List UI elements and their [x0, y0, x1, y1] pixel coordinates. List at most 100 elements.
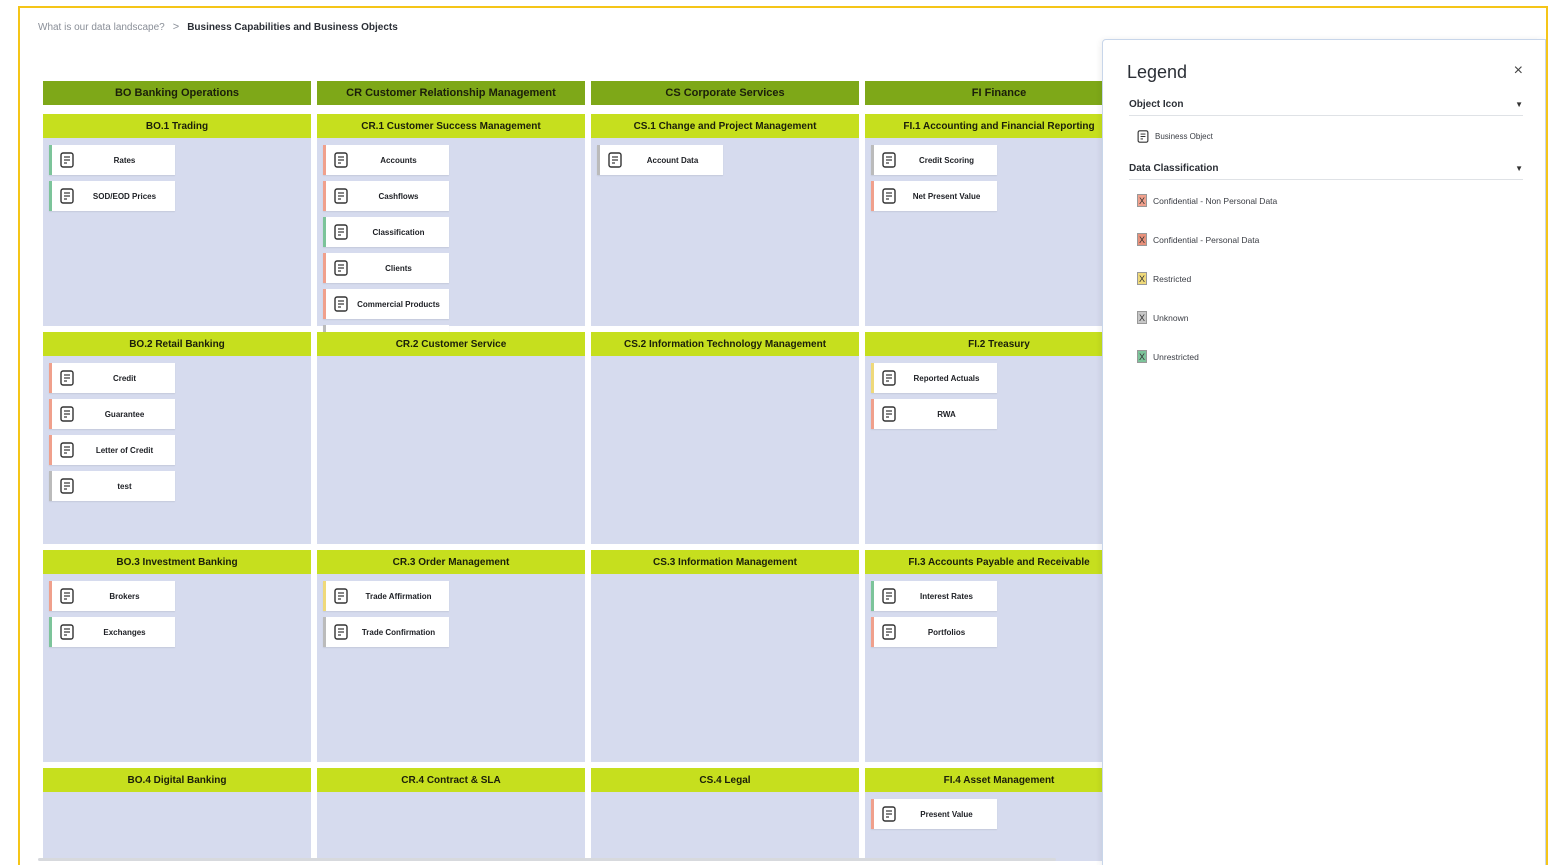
business-object-label: Present Value: [920, 809, 973, 819]
capability-card: FI.4 Asset Management Present Value: [865, 768, 1125, 861]
document-icon: [882, 406, 896, 422]
business-object-card[interactable]: SOD/EOD Prices: [49, 181, 175, 211]
legend-classification-item[interactable]: X Restricted: [1137, 272, 1191, 285]
capability-header[interactable]: CS.1 Change and Project Management: [591, 114, 859, 138]
business-object-card[interactable]: Accounts: [323, 145, 449, 175]
business-object-label: Credit Scoring: [918, 155, 975, 165]
capability-header[interactable]: CS.3 Information Management: [591, 550, 859, 574]
capability-card: CR.2 Customer Service: [317, 332, 585, 544]
capability-body: [591, 356, 859, 370]
capability-body: Trade Affirmation Trade Confirmation: [317, 574, 585, 654]
business-object-card[interactable]: test: [49, 471, 175, 501]
document-icon: [608, 152, 622, 168]
classification-swatch: X: [1137, 272, 1147, 285]
horizontal-scrollbar[interactable]: [38, 858, 1056, 861]
classification-label: Restricted: [1153, 273, 1192, 284]
business-object-label: RWA: [937, 409, 956, 419]
business-object-card[interactable]: Guarantee: [49, 399, 175, 429]
column-header[interactable]: BO Banking Operations: [43, 81, 311, 105]
business-object-label: Interest Rates: [920, 591, 973, 601]
legend-classification-item[interactable]: X Confidential - Personal Data: [1137, 233, 1259, 246]
business-object-label: Commercial Products: [357, 299, 440, 309]
business-object-card[interactable]: Trade Affirmation: [323, 581, 449, 611]
business-object-card[interactable]: Interest Rates: [871, 581, 997, 611]
capability-card: FI.3 Accounts Payable and Receivable Inte…: [865, 550, 1125, 762]
capability-body: Credit Guarantee Letter of Credit test: [43, 356, 311, 508]
capability-header[interactable]: FI.3 Accounts Payable and Receivable: [865, 550, 1125, 574]
capability-header[interactable]: BO.4 Digital Banking: [43, 768, 311, 792]
business-object-card[interactable]: Commercial Products: [323, 289, 449, 319]
chevron-down-icon: ▼: [1515, 100, 1523, 109]
document-icon: [334, 260, 348, 276]
legend-classification-item[interactable]: X Confidential - Non Personal Data: [1137, 194, 1277, 207]
capability-card: CS.3 Information Management: [591, 550, 859, 762]
business-object-card[interactable]: Portfolios: [871, 617, 997, 647]
breadcrumb-parent-link[interactable]: What is our data landscape?: [38, 22, 165, 33]
business-object-card[interactable]: RWA: [871, 399, 997, 429]
business-object-card[interactable]: Exchanges: [49, 617, 175, 647]
close-icon[interactable]: ×: [1514, 62, 1523, 80]
legend-title: Legend: [1127, 62, 1188, 82]
capability-body: Account Data: [591, 138, 859, 182]
column: CS Corporate Services CS.1 Change and Pro…: [591, 81, 859, 861]
capability-card: CR.1 Customer Success Management Accounts…: [317, 114, 585, 499]
classification-label: Unrestricted: [1153, 351, 1199, 362]
capability-header[interactable]: FI.4 Asset Management: [865, 768, 1125, 792]
breadcrumb: What is our data landscape? > Business C…: [38, 21, 398, 33]
breadcrumb-current: Business Capabilities and Business Objec…: [187, 21, 398, 33]
business-object-card[interactable]: Credit: [49, 363, 175, 393]
business-object-label: Clients: [385, 263, 412, 273]
business-object-card[interactable]: Cashflows: [323, 181, 449, 211]
capability-header[interactable]: CR.1 Customer Success Management: [317, 114, 585, 138]
column-header[interactable]: CR Customer Relationship Management: [317, 81, 585, 105]
document-icon: [334, 152, 348, 168]
business-object-label: SOD/EOD Prices: [92, 191, 157, 201]
business-object-card[interactable]: Account Data: [597, 145, 723, 175]
capability-card: BO.2 Retail Banking Credit Guarantee Letter…: [43, 332, 311, 544]
business-object-card[interactable]: Letter of Credit: [49, 435, 175, 465]
column-header[interactable]: FI Finance: [865, 81, 1125, 105]
legend-classification-item[interactable]: X Unrestricted: [1137, 350, 1199, 363]
capability-header[interactable]: CR.3 Order Management: [317, 550, 585, 574]
business-object-card[interactable]: Trade Confirmation: [323, 617, 449, 647]
capability-header[interactable]: BO.1 Trading: [43, 114, 311, 138]
business-object-card[interactable]: Rates: [49, 145, 175, 175]
object-icon-section-toggle[interactable]: Object Icon ▼: [1129, 94, 1523, 116]
document-icon: [882, 624, 896, 640]
capability-header[interactable]: CS.4 Legal: [591, 768, 859, 792]
classification-label: Confidential - Non Personal Data: [1153, 195, 1278, 206]
breadcrumb-separator: >: [172, 21, 180, 33]
business-object-label: test: [117, 481, 132, 491]
business-object-label: Guarantee: [104, 409, 145, 419]
column-header[interactable]: CS Corporate Services: [591, 81, 859, 105]
capability-header[interactable]: CR.4 Contract & SLA: [317, 768, 585, 792]
legend-classification-item[interactable]: X Unknown: [1137, 311, 1188, 324]
capability-body: Reported Actuals RWA: [865, 356, 1125, 436]
capability-body: Brokers Exchanges: [43, 574, 311, 654]
capability-header[interactable]: BO.2 Retail Banking: [43, 332, 311, 356]
capability-header[interactable]: BO.3 Investment Banking: [43, 550, 311, 574]
capability-card: CS.4 Legal: [591, 768, 859, 861]
capability-card: FI.1 Accounting and Financial Reporting C…: [865, 114, 1125, 326]
classification-section-toggle[interactable]: Data Classification ▼: [1129, 158, 1523, 180]
business-object-card[interactable]: Credit Scoring: [871, 145, 997, 175]
capability-header[interactable]: FI.1 Accounting and Financial Reporting: [865, 114, 1125, 138]
capability-header[interactable]: FI.2 Treasury: [865, 332, 1125, 356]
business-object-label: Net Present Value: [912, 191, 981, 201]
document-icon: [882, 806, 896, 822]
capability-header[interactable]: CS.2 Information Technology Management: [591, 332, 859, 356]
capability-header[interactable]: CR.2 Customer Service: [317, 332, 585, 356]
business-object-card[interactable]: Classification: [323, 217, 449, 247]
business-object-card[interactable]: Reported Actuals: [871, 363, 997, 393]
business-object-card[interactable]: Brokers: [49, 581, 175, 611]
document-icon: [882, 152, 896, 168]
capability-card: BO.4 Digital Banking: [43, 768, 311, 861]
document-icon: [334, 188, 348, 204]
business-object-label: Account Data: [646, 155, 699, 165]
document-icon: [882, 370, 896, 386]
capability-card: CR.4 Contract & SLA: [317, 768, 585, 861]
business-object-label: Reported Actuals: [913, 373, 980, 383]
business-object-card[interactable]: Net Present Value: [871, 181, 997, 211]
business-object-card[interactable]: Clients: [323, 253, 449, 283]
business-object-card[interactable]: Present Value: [871, 799, 997, 829]
